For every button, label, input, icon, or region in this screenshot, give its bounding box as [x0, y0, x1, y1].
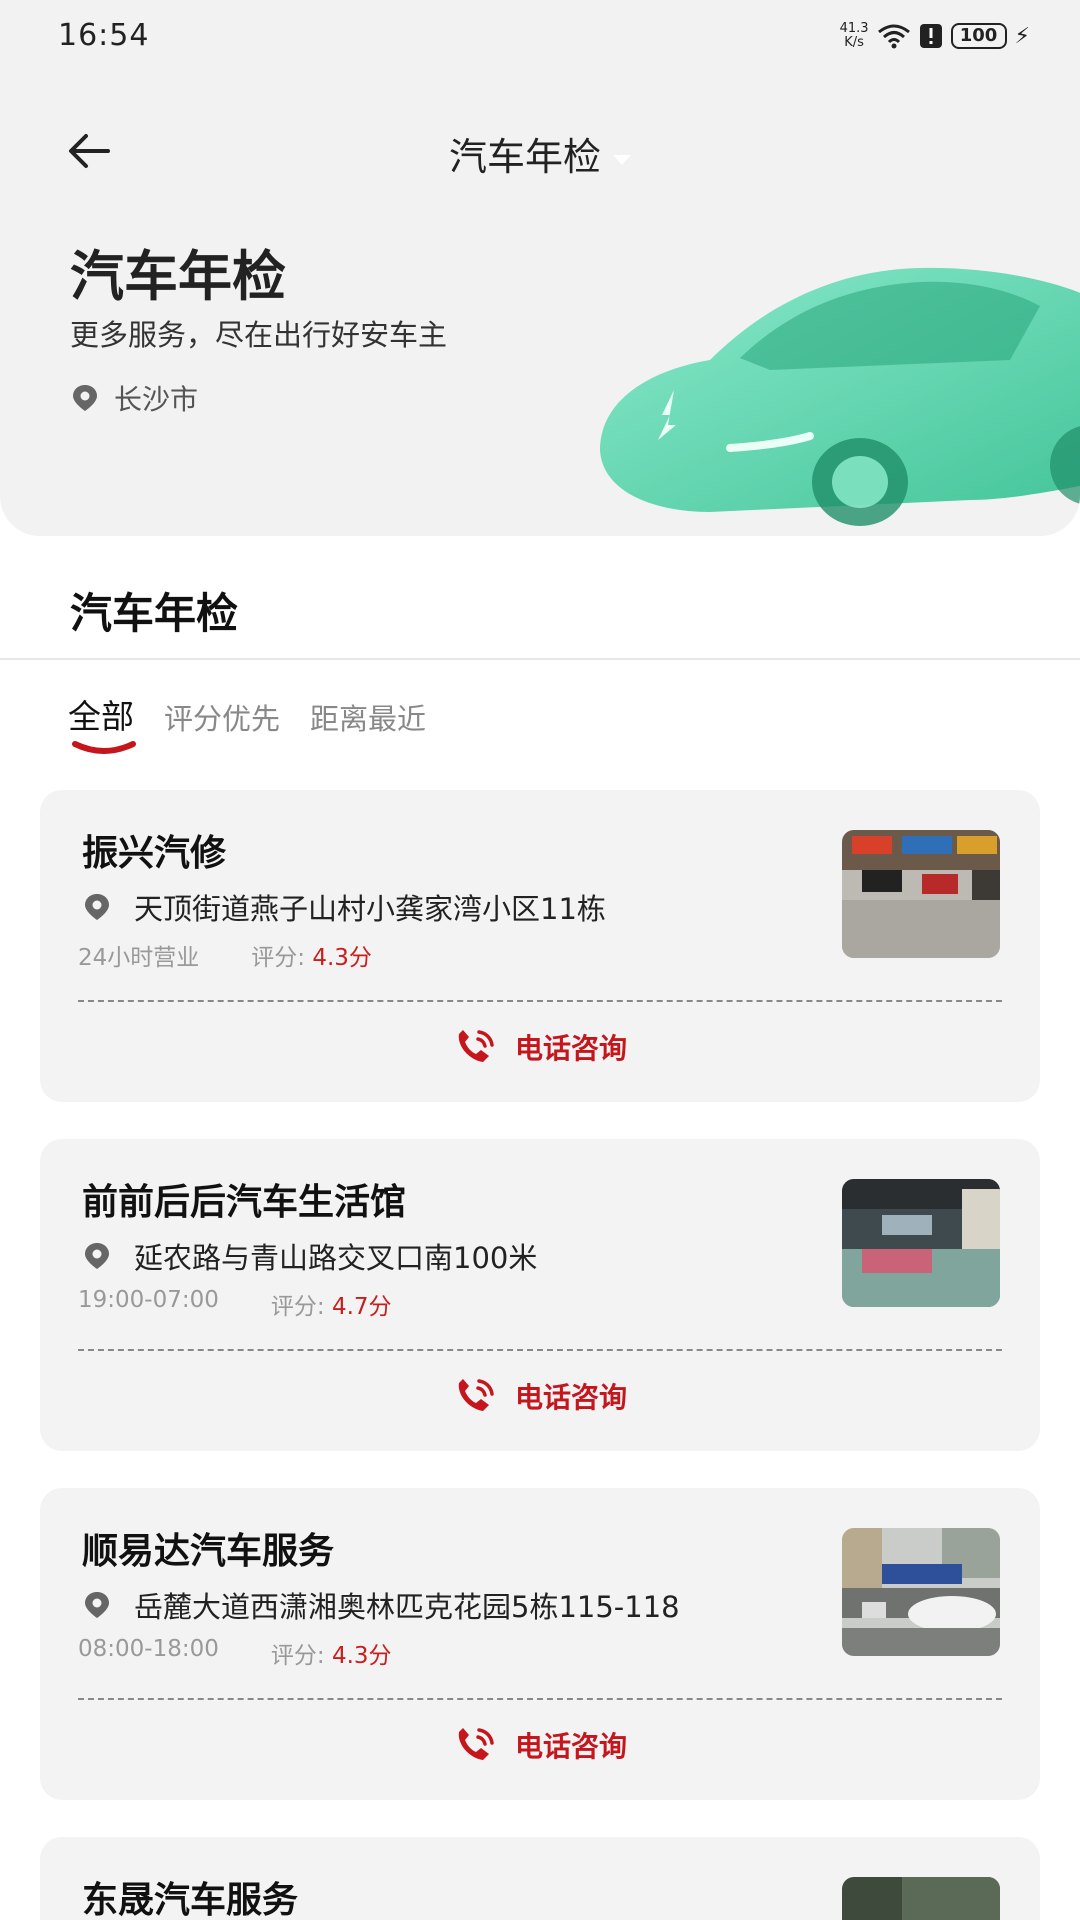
- tab-all[interactable]: 全部: [68, 690, 136, 754]
- card-divider: [78, 1698, 1002, 1700]
- hero-title: 汽车年检: [70, 245, 286, 308]
- shop-name: 振兴汽修: [82, 833, 227, 874]
- shop-address: 岳麓大道西潇湘奥林匹克花园5栋115-118: [82, 1584, 680, 1626]
- shop-hours: 08:00-18:00: [78, 1636, 219, 1662]
- location-pin-icon: [85, 1243, 109, 1269]
- shop-name: 前前后后汽车生活馆: [82, 1182, 407, 1223]
- network-speed: 41.3 K/s: [839, 21, 869, 50]
- shop-photo: [842, 1877, 1000, 1920]
- status-time: 16:54: [58, 18, 150, 53]
- shop-rating: 评分: 4.3分: [270, 1643, 392, 1669]
- divider: [0, 658, 1080, 660]
- wifi-icon: [877, 24, 910, 49]
- shop-address: 天顶街道燕子山村小龚家湾小区11栋: [82, 886, 606, 928]
- nav-title-dropdown[interactable]: 汽车年检: [0, 126, 1080, 181]
- shop-rating: 评分: 4.7分: [270, 1294, 392, 1320]
- battery-indicator: 100: [950, 23, 1007, 49]
- shop-rating: 评分: 4.3分: [251, 945, 372, 971]
- card-divider: [78, 1000, 1002, 1002]
- status-bar: 16:54 41.3 K/s 100 ⚡: [0, 0, 1080, 72]
- card-divider: [78, 1349, 1002, 1351]
- shop-photo: [842, 1528, 1000, 1656]
- location-pin-icon: [85, 1592, 109, 1618]
- shop-card[interactable]: 东晟汽车服务: [40, 1837, 1040, 1920]
- shop-photo: [842, 1179, 1000, 1307]
- shop-meta: 24小时营业 评分: 4.3分: [78, 938, 372, 972]
- alert-icon: [919, 24, 942, 48]
- filter-tabs: 全部 评分优先 距离最近: [68, 690, 426, 754]
- shop-photo: [842, 830, 1000, 958]
- location-selector[interactable]: 长沙市: [70, 378, 198, 418]
- caret-down-icon: [613, 154, 631, 165]
- call-button[interactable]: 电话咨询: [40, 1375, 1040, 1417]
- active-tab-indicator: [72, 741, 136, 754]
- location-pin-icon: [73, 385, 97, 411]
- shop-card[interactable]: 振兴汽修 天顶街道燕子山村小龚家湾小区11栋 24小时营业 评分: 4.3分 电…: [40, 790, 1040, 1102]
- shop-address: 延农路与青山路交叉口南100米: [82, 1235, 537, 1277]
- phone-icon: [458, 1379, 494, 1411]
- shop-card[interactable]: 顺易达汽车服务 岳麓大道西潇湘奥林匹克花园5栋115-118 08:00-18:…: [40, 1488, 1040, 1800]
- phone-icon: [458, 1728, 494, 1760]
- shop-meta: 08:00-18:00 评分: 4.3分: [78, 1636, 392, 1670]
- shop-name: 顺易达汽车服务: [82, 1531, 335, 1572]
- call-button[interactable]: 电话咨询: [40, 1026, 1040, 1068]
- shop-card[interactable]: 前前后后汽车生活馆 延农路与青山路交叉口南100米 19:00-07:00 评分…: [40, 1139, 1040, 1451]
- status-icons: 41.3 K/s 100 ⚡: [840, 18, 1030, 54]
- shop-hours: 19:00-07:00: [78, 1287, 219, 1313]
- shop-hours: 24小时营业: [78, 945, 200, 971]
- section-title: 汽车年检: [70, 589, 239, 638]
- phone-icon: [458, 1030, 494, 1062]
- nav-title-text: 汽车年检: [448, 135, 601, 179]
- call-button[interactable]: 电话咨询: [40, 1724, 1040, 1766]
- tab-rating-first[interactable]: 评分优先: [164, 696, 280, 738]
- shop-name: 东晟汽车服务: [82, 1880, 299, 1920]
- location-pin-icon: [85, 894, 109, 920]
- location-text: 长沙市: [114, 383, 199, 416]
- hero-subtitle: 更多服务，尽在出行好安车主: [70, 318, 448, 352]
- tab-nearest[interactable]: 距离最近: [310, 696, 426, 738]
- shop-meta: 19:00-07:00 评分: 4.7分: [78, 1287, 392, 1321]
- car-illustration: [600, 267, 1080, 526]
- charging-icon: ⚡: [1014, 23, 1030, 49]
